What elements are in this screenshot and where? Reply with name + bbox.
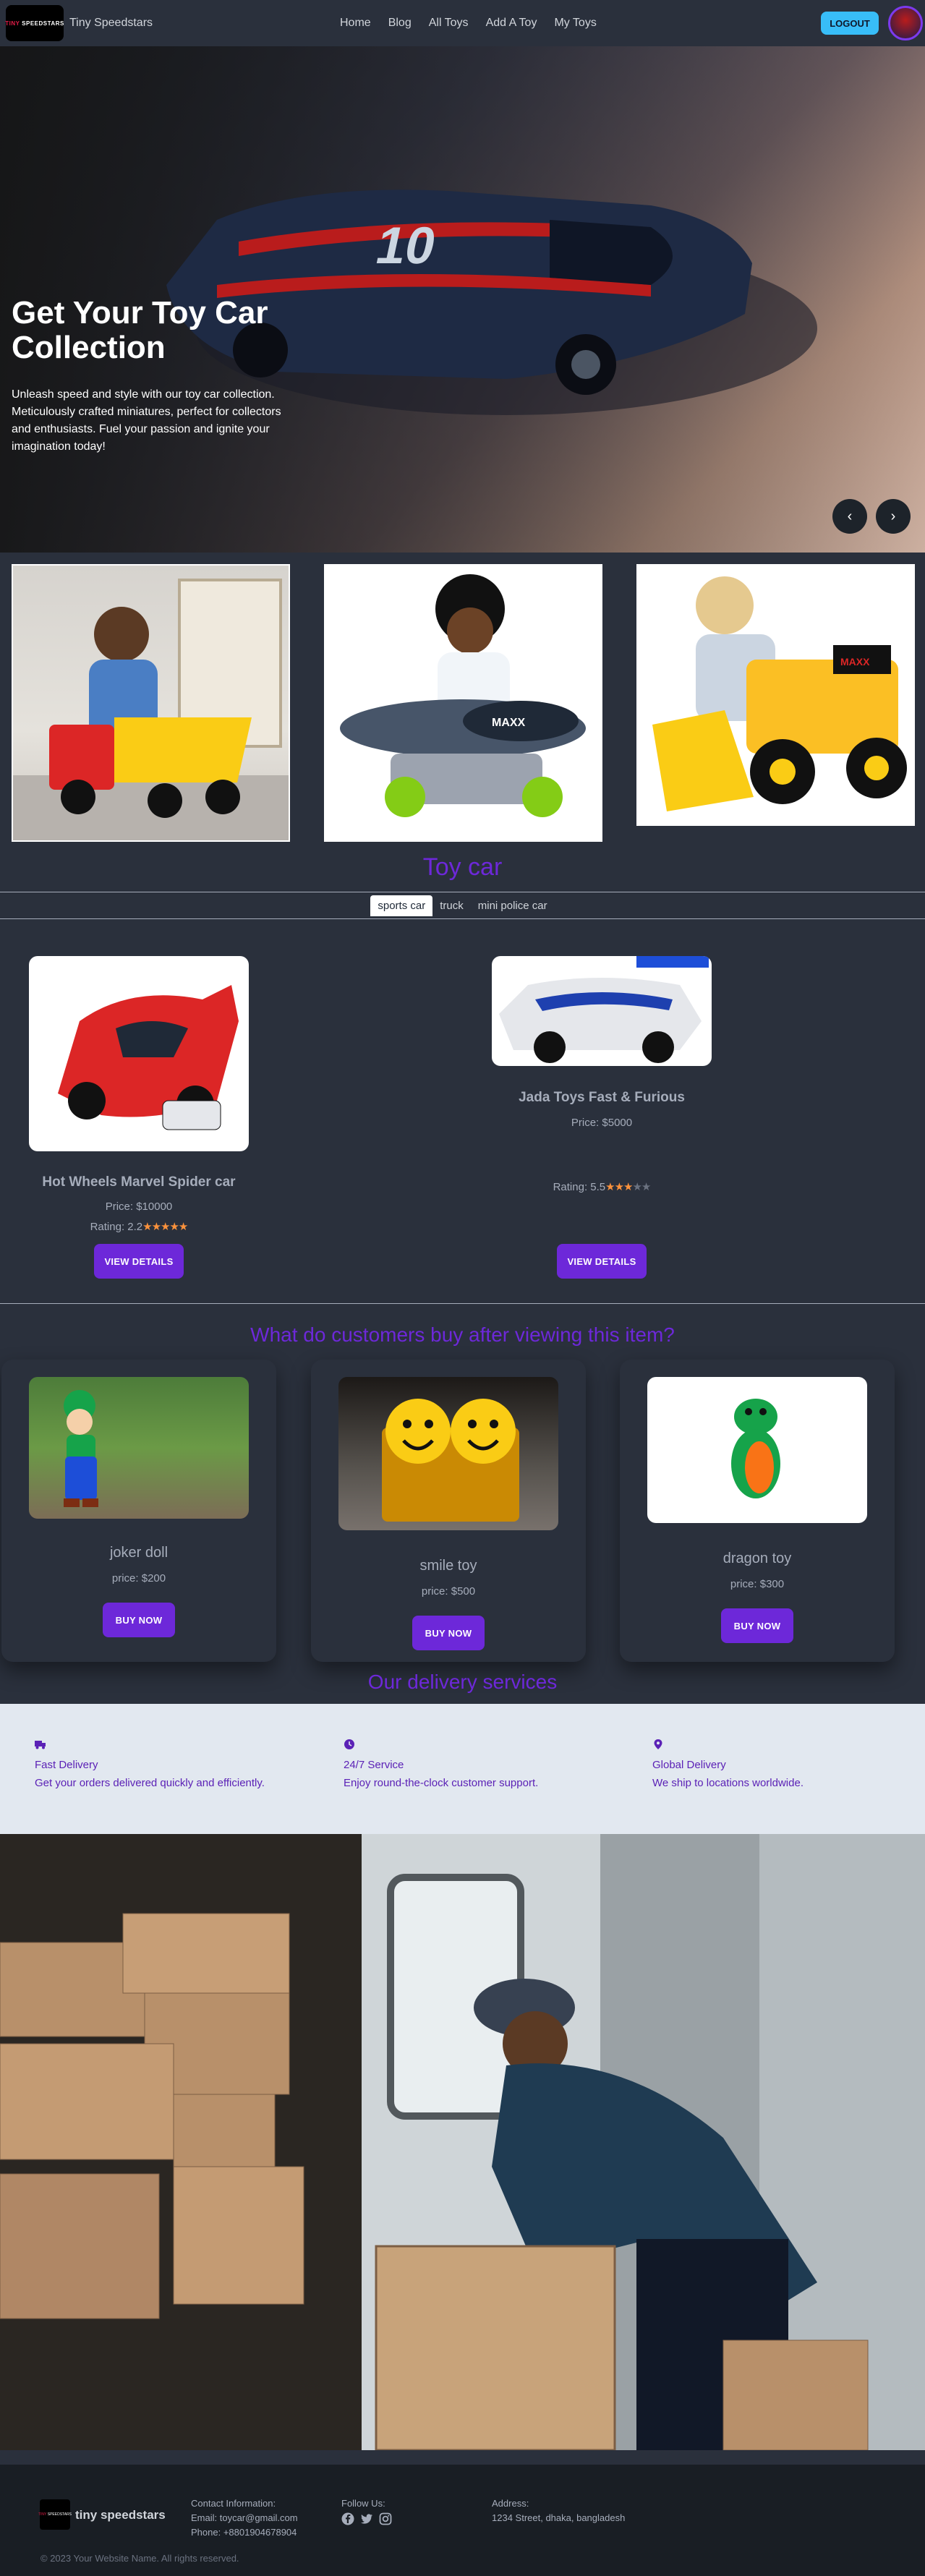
nav-link-blog[interactable]: Blog (388, 17, 412, 30)
gallery-image-yellow-truck: MAXX (636, 564, 915, 826)
toy-rating-value: Rating: 2.2 (90, 1221, 143, 1233)
gallery-label-maxx: MAXX (492, 717, 526, 729)
product-name: smile toy (419, 1558, 477, 1574)
nav-link-all-toys[interactable]: All Toys (429, 17, 469, 30)
address-title: Address: (492, 2498, 529, 2509)
product-card: dragon toy price: $300 BUY NOW (620, 1360, 895, 1662)
tab-mini-police-car[interactable]: mini police car (471, 895, 555, 916)
location-pin-icon (654, 1739, 662, 1749)
toy-rating-value: Rating: 5.5 (553, 1181, 606, 1193)
product-image-joker-doll (29, 1377, 249, 1519)
facebook-icon[interactable] (341, 2512, 354, 2525)
hero-banner: 10 Get Your Toy Car Collection Unleash s… (0, 46, 925, 553)
copyright: © 2023 Your Website Name. All rights res… (41, 2553, 239, 2564)
hero-car-number: 10 (371, 217, 441, 275)
section-divider (0, 1303, 925, 1304)
service-fast-delivery: Fast Delivery Get your orders delivered … (35, 1739, 317, 1789)
service-description: Get your orders delivered quickly and ef… (35, 1777, 265, 1789)
tab-sports-car[interactable]: sports car (370, 895, 433, 916)
footer-logo[interactable]: TINY SPEEDSTARS (38, 2499, 72, 2530)
footer-social: Follow Us: (341, 2496, 392, 2525)
product-price: price: $300 (730, 1578, 785, 1590)
nav-links: Home Blog All Toys Add A Toy My Toys (340, 0, 597, 46)
logout-button[interactable]: LOGOUT (821, 12, 879, 35)
follow-title: Follow Us: (341, 2498, 385, 2509)
service-title: 24/7 Service (344, 1759, 404, 1771)
customers-section-title: What do customers buy after viewing this… (250, 1323, 675, 1346)
product-card: joker doll price: $200 BUY NOW (1, 1360, 276, 1662)
product-price: price: $500 (421, 1585, 476, 1598)
nav-link-my-toys[interactable]: My Toys (554, 17, 596, 30)
brand-name[interactable]: Tiny Speedstars (69, 17, 153, 30)
product-card: smile toy price: $500 BUY NOW (311, 1360, 586, 1662)
service-global-delivery: Global Delivery We ship to locations wor… (652, 1739, 925, 1789)
instagram-icon[interactable] (379, 2512, 392, 2525)
brand-logo[interactable]: TINY SPEEDSTARS (5, 5, 64, 41)
toy-rating: Rating: 2.2★★★★★ (16, 1220, 262, 1233)
toy-image-spider-car (29, 956, 249, 1151)
hero-title: Get Your Toy Car Collection (12, 295, 268, 366)
rating-stars: ★★★★★ (142, 1221, 188, 1233)
address-value: 1234 Street, dhaka, bangladesh (492, 2512, 626, 2524)
truck-icon (35, 1741, 46, 1749)
delivery-section-title: Our delivery services (367, 1671, 558, 1693)
nav-link-add-toy[interactable]: Add A Toy (486, 17, 537, 30)
gallery-label-maxx-truck: MAXX (840, 656, 870, 668)
toy-rating: Rating: 5.5★★★★★ (479, 1180, 725, 1193)
carousel-prev-button[interactable]: ‹ (832, 499, 867, 534)
footer-brand: tiny speedstars (75, 2508, 166, 2522)
toy-image-fast-furious (492, 956, 712, 1066)
toy-name: Jada Toys Fast & Furious (519, 1090, 685, 1105)
footer-address: Address: 1234 Street, dhaka, bangladesh (492, 2496, 625, 2525)
view-details-button[interactable]: VIEW DETAILS (94, 1244, 184, 1279)
service-title: Fast Delivery (35, 1759, 98, 1771)
clock-icon (344, 1739, 354, 1749)
toy-price: Price: $5000 (571, 1117, 633, 1129)
footer-contact: Contact Information: Email: toycar@gmail… (191, 2496, 298, 2540)
toy-card: Hot Wheels Marvel Spider car Price: $100… (0, 920, 463, 1303)
gallery-image-rocket-car: MAXX (324, 564, 602, 842)
rating-stars: ★★★★★ (605, 1181, 651, 1193)
hero-description: Unleash speed and style with our toy car… (12, 388, 281, 453)
user-avatar[interactable] (888, 6, 923, 40)
toy-name: Hot Wheels Marvel Spider car (42, 1174, 236, 1190)
contact-title: Contact Information: (191, 2498, 276, 2509)
toy-price: Price: $10000 (105, 1200, 173, 1213)
category-tabs: sports car truck mini police car (0, 892, 925, 919)
tab-truck[interactable]: truck (432, 895, 471, 916)
service-24-7: 24/7 Service Enjoy round-the-clock custo… (344, 1739, 626, 1789)
product-image-dragon-toy (647, 1377, 867, 1523)
product-image-smile-toy (338, 1377, 558, 1530)
toy-section-title: Toy car (422, 853, 503, 881)
product-name: dragon toy (722, 1551, 792, 1566)
buy-now-button[interactable]: BUY NOW (721, 1608, 793, 1643)
product-name: joker doll (109, 1545, 169, 1561)
contact-phone[interactable]: Phone: +8801904678904 (191, 2525, 298, 2540)
buy-now-button[interactable]: BUY NOW (412, 1616, 485, 1650)
view-details-button[interactable]: VIEW DETAILS (557, 1244, 647, 1279)
brand[interactable]: TINY SPEEDSTARS Tiny Speedstars (5, 5, 153, 41)
twitter-icon[interactable] (360, 2512, 373, 2525)
service-description: We ship to locations worldwide. (652, 1777, 803, 1789)
nav-link-home[interactable]: Home (340, 17, 371, 30)
product-price: price: $200 (111, 1572, 166, 1585)
delivery-services: Fast Delivery Get your orders delivered … (0, 1704, 925, 1834)
contact-email[interactable]: Email: toycar@gmail.com (191, 2511, 298, 2525)
buy-now-button[interactable]: BUY NOW (103, 1603, 175, 1637)
carousel-next-button[interactable]: › (876, 499, 911, 534)
gallery-image-truck-boy (12, 564, 290, 842)
footer: TINY SPEEDSTARS tiny speedstars Contact … (0, 2465, 925, 2576)
toy-card: Jada Toys Fast & Furious Price: $5000 Ra… (463, 920, 925, 1303)
service-title: Global Delivery (652, 1759, 726, 1771)
navbar: TINY SPEEDSTARS Tiny Speedstars Home Blo… (0, 0, 925, 46)
delivery-photo (0, 1834, 925, 2450)
service-description: Enjoy round-the-clock customer support. (344, 1777, 539, 1789)
